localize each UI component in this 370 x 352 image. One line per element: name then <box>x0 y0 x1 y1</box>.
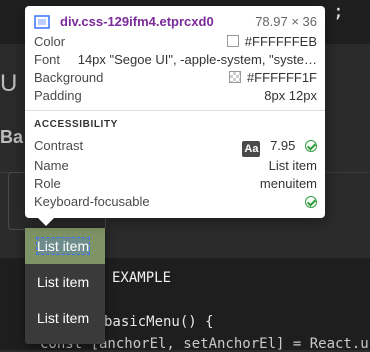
row-color-value: #FFFFFFEB <box>244 34 317 49</box>
accessibility-title: ACCESSIBILITY <box>34 119 118 130</box>
row-name-key: Name <box>34 158 69 173</box>
menu-item-label: List item <box>37 310 90 326</box>
element-dimensions: 78.97 × 36 <box>255 14 317 29</box>
row-role-value: menuitem <box>259 176 317 191</box>
code-line-1: EXAMPLE <box>112 270 172 286</box>
basic-menu: List item List item List item <box>25 228 105 344</box>
code-semicolon: ; <box>333 1 344 22</box>
page-heading-fragment: U <box>0 70 18 97</box>
color-swatch-icon <box>227 35 240 47</box>
menu-item-1[interactable]: List item <box>25 228 105 264</box>
row-font: Font 14px "Segoe UI", -apple-system, "sy… <box>34 52 317 70</box>
check-circle-icon <box>305 140 317 152</box>
section-heading-fragment: Ba <box>0 127 24 147</box>
row-padding-value: 8px 12px <box>264 88 317 103</box>
row-role: Role menuitem <box>34 176 317 194</box>
row-contrast-value: 7.95 <box>270 138 296 153</box>
row-color: Color #FFFFFFEB <box>34 34 317 52</box>
row-keyboard-focusable: Keyboard-focusable <box>34 194 317 212</box>
row-color-key: Color <box>34 34 66 49</box>
row-keyboard-focusable-value <box>299 194 317 209</box>
devtools-inspector-tooltip: div.css-129ifm4.etprcxd0 78.97 × 36 Colo… <box>25 6 325 218</box>
tooltip-header: div.css-129ifm4.etprcxd0 78.97 × 36 <box>34 14 317 32</box>
row-background-value-wrap: #FFFFFF1F <box>229 70 317 85</box>
code-line-2: basicMenu() { <box>104 314 214 330</box>
row-contrast-value-wrap: Aa 7.95 <box>242 138 317 157</box>
row-role-key: Role <box>34 176 61 191</box>
menu-item-3[interactable]: List item <box>25 300 105 336</box>
row-background: Background #FFFFFF1F <box>34 70 317 88</box>
menu-item-label: List item <box>35 237 91 255</box>
row-background-value: #FFFFFF1F <box>246 70 317 85</box>
row-keyboard-focusable-key: Keyboard-focusable <box>34 194 150 209</box>
tooltip-divider <box>25 110 325 111</box>
menu-item-2[interactable]: List item <box>25 264 105 300</box>
row-contrast: Contrast Aa 7.95 <box>34 138 317 157</box>
row-font-key: Font <box>34 52 61 67</box>
menu-item-label: List item <box>37 274 90 290</box>
row-padding: Padding 8px 12px <box>34 88 317 106</box>
row-background-key: Background <box>34 70 104 85</box>
row-name-value: List item <box>268 158 317 173</box>
element-inspector-icon <box>34 15 50 29</box>
row-contrast-key: Contrast <box>34 138 84 153</box>
element-selector: div.css-129ifm4.etprcxd0 <box>60 14 214 29</box>
check-circle-icon <box>305 196 317 208</box>
contrast-badge-icon: Aa <box>242 141 261 157</box>
row-name: Name List item <box>34 158 317 176</box>
row-color-value-wrap: #FFFFFFEB <box>227 34 317 49</box>
transparent-swatch-icon <box>229 71 242 83</box>
row-font-value: 14px "Segoe UI", -apple-system, "syste… <box>77 52 317 67</box>
row-padding-key: Padding <box>34 88 82 103</box>
tooltip-arrow <box>38 218 54 226</box>
